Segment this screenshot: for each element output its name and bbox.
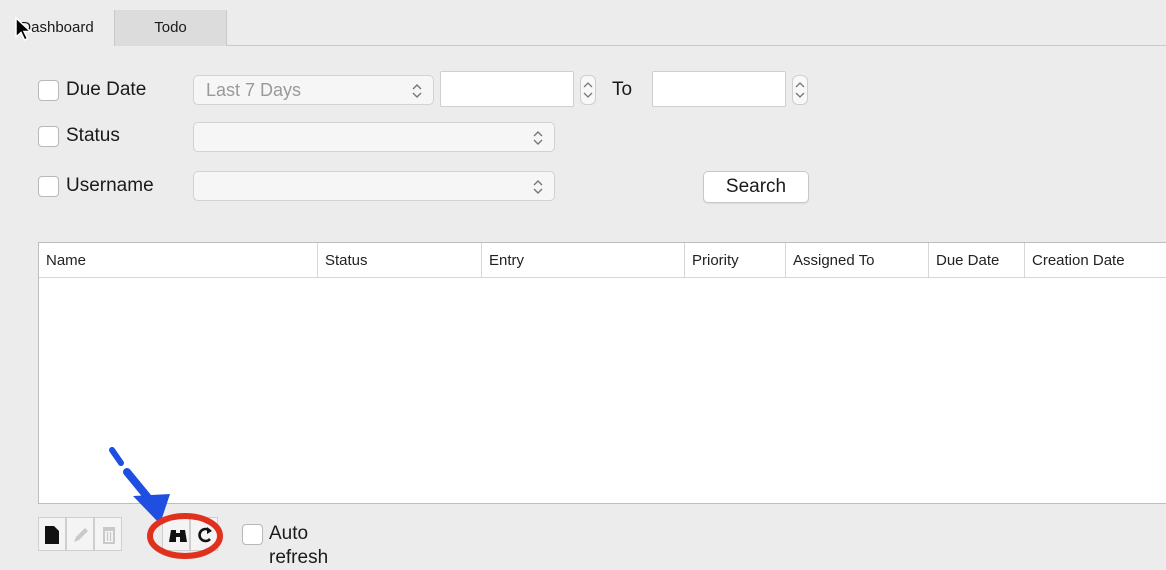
due-date-to-stepper[interactable] (792, 75, 808, 105)
status-checkbox[interactable] (38, 126, 59, 147)
tab-bar: Dashboard Todo (0, 10, 1166, 46)
column-header-assigned-to[interactable]: Assigned To (786, 243, 929, 278)
stepper-arrows-icon (583, 82, 593, 98)
column-header-name[interactable]: Name (39, 243, 318, 278)
due-date-from-stepper[interactable] (580, 75, 596, 105)
find-button[interactable] (162, 517, 190, 551)
status-select[interactable] (193, 122, 555, 152)
find-binoculars-icon (169, 530, 187, 542)
edit-pencil-icon (74, 528, 88, 542)
stepper-arrows-icon (795, 82, 805, 98)
due-date-range-value: Last 7 Days (206, 80, 302, 100)
due-date-from-field[interactable] (440, 71, 574, 107)
status-label: Status (66, 125, 120, 146)
todo-table[interactable]: Name Status Entry Priority Assigned To D… (38, 242, 1166, 504)
chevron-updown-icon (533, 131, 543, 145)
username-select[interactable] (193, 171, 555, 201)
column-header-entry[interactable]: Entry (482, 243, 685, 278)
delete-button[interactable] (94, 517, 122, 551)
username-label: Username (66, 175, 154, 196)
delete-trash-icon (103, 527, 115, 544)
due-date-to-field[interactable] (652, 71, 786, 107)
chevron-updown-icon (412, 84, 422, 98)
username-checkbox[interactable] (38, 176, 59, 197)
due-date-range-select[interactable]: Last 7 Days (193, 75, 434, 105)
chevron-updown-icon (533, 180, 543, 194)
edit-button[interactable] (66, 517, 94, 551)
new-document-icon (45, 526, 59, 544)
refresh-button[interactable] (190, 517, 218, 551)
column-header-due-date[interactable]: Due Date (929, 243, 1025, 278)
auto-refresh-label: Auto refresh (269, 523, 329, 568)
table-header: Name Status Entry Priority Assigned To D… (39, 243, 1166, 278)
due-date-checkbox[interactable] (38, 80, 59, 101)
column-header-creation-date[interactable]: Creation Date (1025, 243, 1166, 278)
column-header-status[interactable]: Status (318, 243, 482, 278)
to-label: To (612, 79, 633, 100)
auto-refresh-checkbox[interactable] (242, 524, 263, 545)
tab-todo[interactable]: Todo (115, 10, 227, 46)
due-date-label: Due Date (66, 79, 147, 100)
refresh-icon (198, 527, 212, 543)
mouse-cursor-icon (15, 17, 33, 42)
column-header-priority[interactable]: Priority (685, 243, 786, 278)
search-button[interactable]: Search (703, 171, 809, 203)
new-button[interactable] (38, 517, 66, 551)
